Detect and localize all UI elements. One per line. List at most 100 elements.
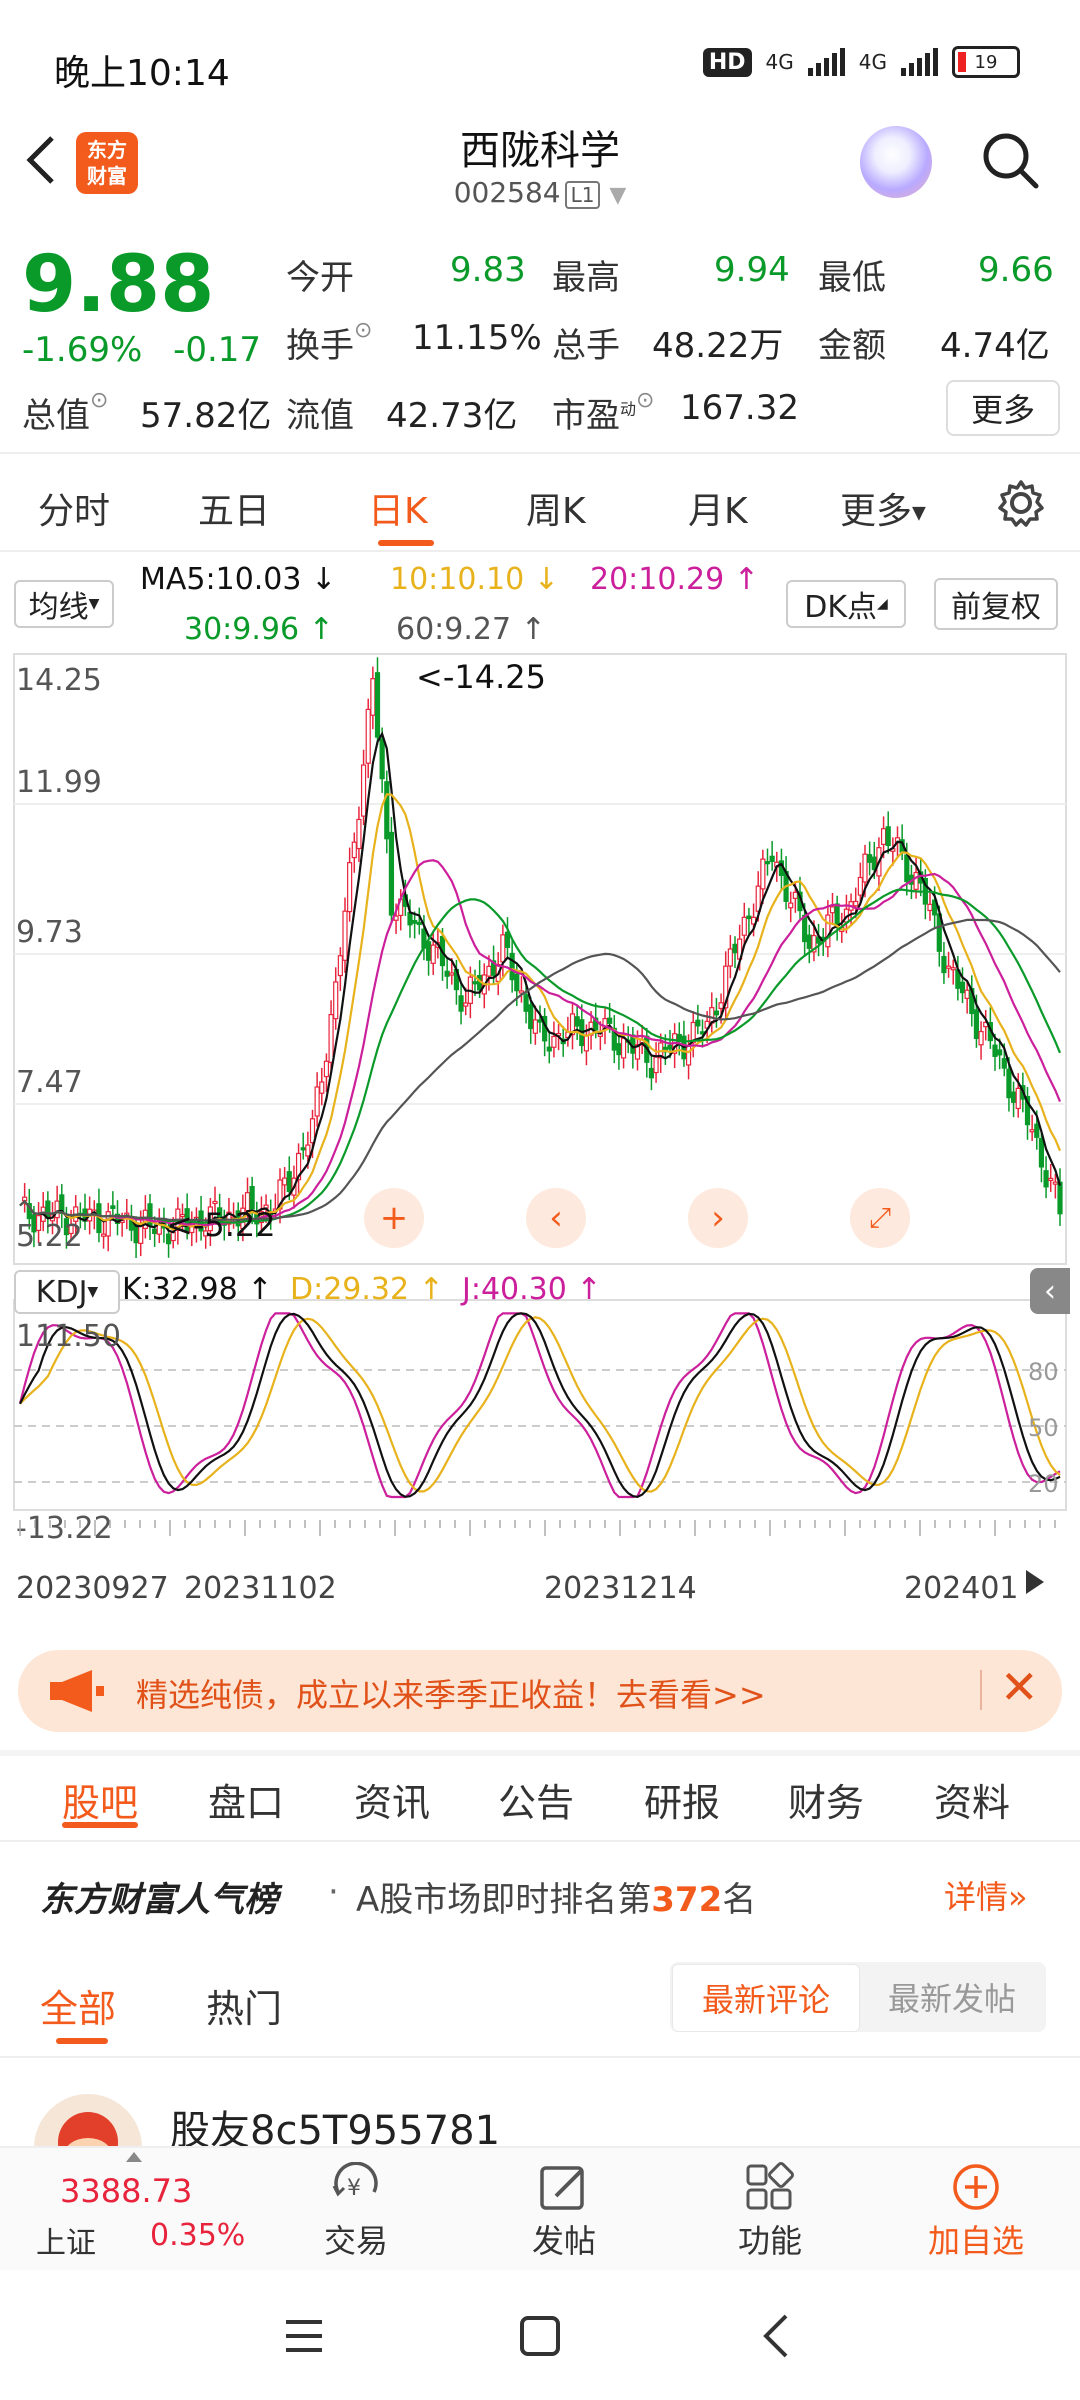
mktcap-label[interactable]: 总值⊙	[22, 388, 108, 437]
dk-point-button[interactable]: DK点 ◢	[786, 580, 906, 628]
rank-detail-link[interactable]: 详情»	[944, 1872, 1028, 1918]
fullscreen-icon[interactable]: ⤢	[850, 1188, 910, 1248]
nav-post[interactable]: 发帖	[494, 2148, 634, 2272]
subtab-finance[interactable]: 财务	[788, 1772, 864, 1827]
candle-body	[360, 764, 367, 817]
adjust-button[interactable]: 前复权	[934, 578, 1058, 630]
candle-body	[764, 861, 771, 865]
x-tick-label: 20231102	[184, 1571, 337, 1606]
candle-body	[319, 1081, 325, 1094]
robot-assistant-icon[interactable]	[860, 126, 932, 198]
candle-body	[286, 1171, 292, 1193]
candle-body	[913, 871, 919, 890]
candle-body	[685, 1045, 692, 1066]
rank-text: A股市场即时排名第372名	[356, 1872, 756, 1921]
pe-label[interactable]: 市盈动⊙	[552, 388, 654, 437]
nav-add-watchlist[interactable]: 加自选	[906, 2148, 1046, 2272]
tab-daily-k[interactable]: 日K	[368, 482, 428, 534]
more-button[interactable]: 更多	[946, 380, 1060, 436]
tab-weekly-k[interactable]: 周K	[526, 482, 586, 534]
period-tabs: 分时 五日 日K 周K 月K 更多▼	[0, 460, 1080, 550]
candle-body	[732, 943, 738, 954]
sort-latest-comment[interactable]: 最新评论	[672, 1964, 860, 2032]
home-icon[interactable]	[518, 2314, 562, 2362]
subtab-news[interactable]: 资讯	[354, 1772, 430, 1827]
candle-body	[463, 1002, 469, 1007]
subtab-orderbook[interactable]: 盘口	[208, 1772, 284, 1827]
back-icon[interactable]	[756, 2312, 796, 2364]
float-value: 42.73亿	[386, 396, 518, 436]
subtab-research[interactable]: 研报	[644, 1772, 720, 1827]
subtab-forum[interactable]: 股吧	[62, 1772, 138, 1827]
banner-text: 精选纯债，成立以来季季正收益！去看看>>	[136, 1676, 766, 1714]
scroll-right-icon[interactable]: ›	[688, 1188, 748, 1248]
ma10-label: 10:10.10 ↓	[390, 562, 559, 597]
expand-up-icon[interactable]	[126, 2152, 142, 2162]
settings-gear-icon[interactable]	[996, 478, 1046, 537]
candle-body	[667, 1044, 673, 1050]
collapse-panel-icon[interactable]: ‹	[1030, 1268, 1070, 1314]
index-value[interactable]: 3388.73	[60, 2172, 192, 2210]
promo-banner[interactable]: 精选纯债，成立以来季季正收益！去看看>> ✕	[18, 1650, 1062, 1732]
nav-trade-label: 交易	[323, 2222, 388, 2260]
feed-tab-all[interactable]: 全部	[40, 1978, 116, 2033]
hd-badge: HD	[702, 47, 752, 77]
candle-body	[300, 1147, 306, 1151]
divider	[0, 2056, 1080, 2058]
candle-body	[133, 1224, 139, 1244]
candle-body	[444, 970, 450, 977]
nav-trade[interactable]: ¥ 交易	[286, 2148, 426, 2272]
zoom-in-icon[interactable]: +	[364, 1188, 424, 1248]
add-circle-icon	[948, 2162, 1004, 2212]
subtab-profile[interactable]: 资料	[934, 1772, 1010, 1827]
pe-label-text: 市盈	[552, 396, 620, 436]
info-icon: ⊙	[90, 388, 109, 413]
tab-monthly-k[interactable]: 月K	[688, 482, 748, 534]
caret-down-icon: ▼	[88, 596, 100, 612]
scroll-left-icon[interactable]: ‹	[526, 1188, 586, 1248]
sort-latest-post[interactable]: 最新发帖	[860, 1964, 1044, 2030]
candle-body	[1034, 1123, 1040, 1138]
turnover-label[interactable]: 换手⊙	[286, 318, 372, 367]
ma-selector[interactable]: 均线 ▼	[14, 580, 114, 628]
candle-chart-frame	[13, 653, 1067, 1265]
y-tick-label: 9.73	[16, 915, 83, 950]
divider	[0, 1840, 1080, 1842]
search-icon[interactable]	[980, 130, 1039, 189]
feed-tab-hot[interactable]: 热门	[206, 1978, 282, 2033]
chart-area[interactable]: 14.25 11.99 9.73 7.47 5.22 <-14.25 <-5.2…	[0, 640, 1080, 1630]
candle-body	[829, 906, 836, 914]
candle-body	[959, 981, 966, 994]
tab-more[interactable]: 更多▼	[840, 482, 926, 534]
close-icon[interactable]: ✕	[1000, 1660, 1039, 1714]
candle-body	[1029, 1129, 1035, 1133]
candle-body	[388, 831, 395, 916]
megaphone-icon	[46, 1668, 106, 1718]
candle-body	[305, 1144, 311, 1157]
low-value: 9.66	[978, 250, 1054, 290]
candle-body	[992, 1044, 998, 1057]
divider	[0, 1750, 1080, 1756]
candle-body	[472, 981, 478, 985]
candle-body	[713, 1010, 720, 1016]
candle-body	[1001, 1058, 1007, 1069]
nav-function[interactable]: 功能	[700, 2148, 840, 2272]
candle-body	[407, 912, 413, 926]
index-change: 0.35%	[150, 2218, 246, 2253]
dk-label: DK点	[804, 590, 877, 625]
candle-body	[1052, 1181, 1058, 1185]
candle-body	[54, 1200, 60, 1219]
candle-body	[941, 955, 947, 974]
candle-body	[523, 994, 529, 1012]
play-arrow-icon[interactable]	[1026, 1570, 1044, 1594]
tab-five-day[interactable]: 五日	[198, 482, 270, 534]
tab-intraday[interactable]: 分时	[38, 482, 110, 534]
feed-tab-indicator	[56, 2038, 108, 2044]
rank-detail-label: 详情	[944, 1878, 1009, 1916]
volume-label: 总手	[552, 326, 620, 366]
candle-body	[546, 1046, 552, 1052]
indicator-selector[interactable]: KDJ ▼	[14, 1270, 120, 1314]
amount-label: 金额	[818, 326, 886, 366]
subtab-announcements[interactable]: 公告	[498, 1772, 574, 1827]
menu-icon[interactable]	[284, 2316, 324, 2360]
